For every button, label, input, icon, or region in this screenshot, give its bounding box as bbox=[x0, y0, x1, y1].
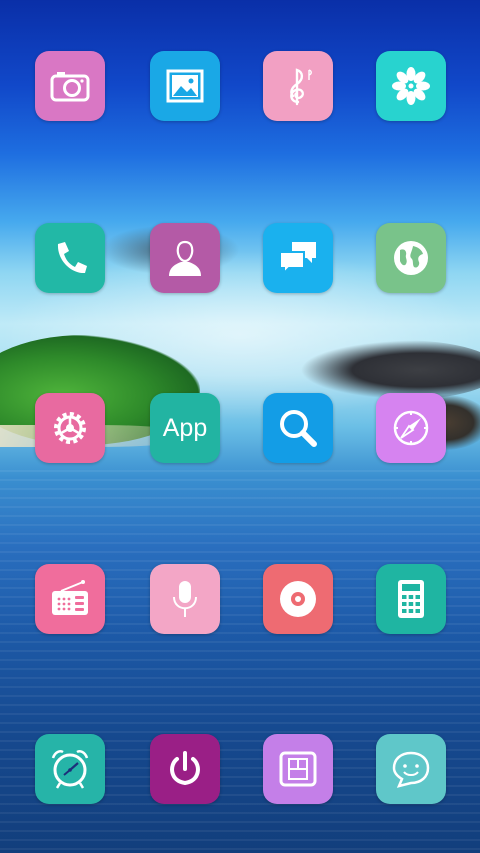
messages-app[interactable] bbox=[263, 223, 333, 293]
music-icon bbox=[290, 68, 312, 106]
contacts-app[interactable] bbox=[150, 223, 220, 293]
app-store-label: App bbox=[162, 413, 208, 442]
chat-app[interactable] bbox=[376, 734, 446, 804]
radio-app[interactable] bbox=[35, 564, 105, 634]
chat-smile-icon bbox=[392, 751, 430, 788]
app-grid: App bbox=[0, 0, 480, 853]
messages-icon bbox=[279, 242, 316, 276]
compass-app[interactable] bbox=[376, 393, 446, 463]
gallery-icon bbox=[166, 69, 204, 103]
power-app[interactable] bbox=[150, 734, 220, 804]
voice-recorder-app[interactable] bbox=[150, 564, 220, 634]
alarm-clock-icon bbox=[51, 750, 89, 789]
sim-toolkit-app[interactable] bbox=[263, 734, 333, 804]
contacts-icon bbox=[169, 240, 201, 276]
calculator-app[interactable] bbox=[376, 564, 446, 634]
power-icon bbox=[170, 751, 200, 786]
music-app[interactable] bbox=[263, 51, 333, 121]
app-store-app[interactable]: App bbox=[150, 393, 220, 463]
flower-settings-icon bbox=[392, 67, 430, 105]
music-player-app[interactable] bbox=[263, 564, 333, 634]
sim-card-icon bbox=[279, 751, 317, 787]
camera-icon bbox=[50, 72, 90, 102]
browser-app[interactable] bbox=[376, 223, 446, 293]
search-icon bbox=[280, 410, 317, 447]
microphone-icon bbox=[173, 581, 197, 617]
search-app[interactable] bbox=[263, 393, 333, 463]
settings-app[interactable] bbox=[35, 393, 105, 463]
camera-app[interactable] bbox=[35, 51, 105, 121]
alarm-clock-app[interactable] bbox=[35, 734, 105, 804]
flower-app[interactable] bbox=[376, 51, 446, 121]
phone-app[interactable] bbox=[35, 223, 105, 293]
globe-icon bbox=[394, 241, 428, 275]
radio-icon bbox=[52, 580, 88, 615]
phone-icon bbox=[57, 242, 87, 274]
compass-icon bbox=[393, 410, 429, 446]
record-icon bbox=[280, 581, 316, 617]
calculator-icon bbox=[398, 580, 424, 618]
gallery-app[interactable] bbox=[150, 51, 220, 121]
gear-icon bbox=[54, 412, 86, 444]
